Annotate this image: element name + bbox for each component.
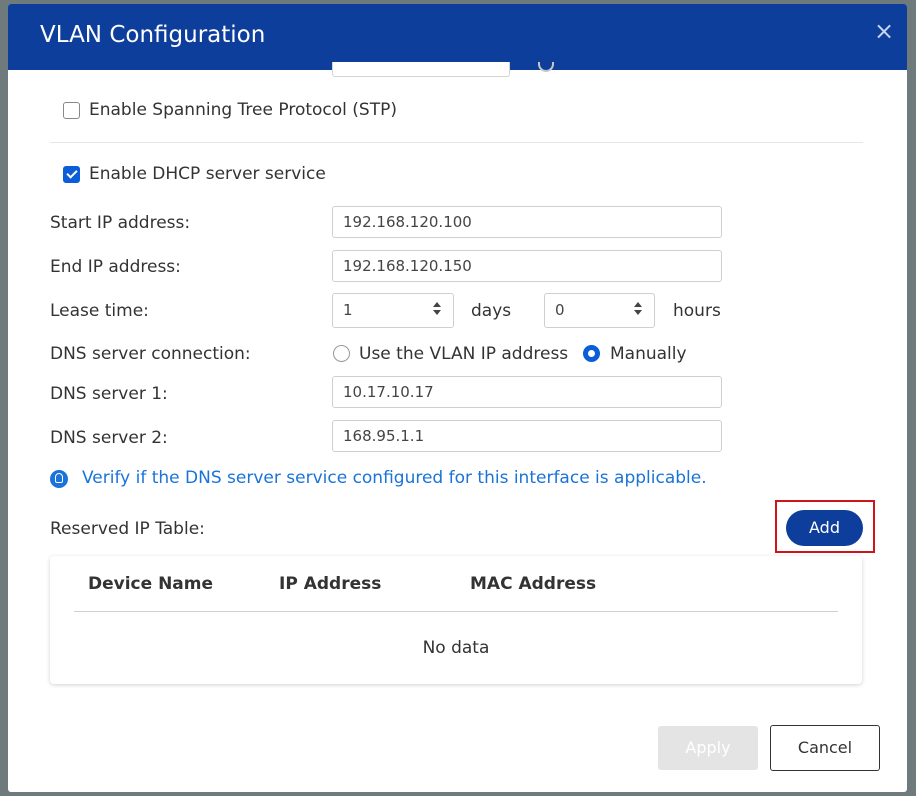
dns2-input[interactable]: 168.95.1.1: [332, 420, 722, 452]
partial-help-icon: [538, 62, 554, 72]
dns-manual-radio[interactable]: [583, 345, 600, 362]
vlan-config-dialog: VLAN Configuration × Enable Spanning Tre…: [8, 4, 907, 792]
sort-arrows-icon: [634, 302, 644, 316]
lease-days-unit: days: [471, 301, 512, 321]
dhcp-label: Enable DHCP server service: [89, 164, 326, 184]
dns1-input[interactable]: 10.17.10.17: [332, 376, 722, 408]
dns-vlan-option-label[interactable]: Use the VLAN IP address: [359, 344, 568, 364]
dns-manual-option-label[interactable]: Manually: [610, 344, 687, 364]
reserved-ip-table: Device Name IP Address MAC Address No da…: [50, 556, 862, 684]
lease-hours-unit: hours: [673, 301, 721, 321]
apply-button[interactable]: Apply: [658, 726, 758, 770]
lease-hours-select[interactable]: 0: [544, 293, 655, 328]
stp-label: Enable Spanning Tree Protocol (STP): [89, 100, 397, 120]
column-header-device-name[interactable]: Device Name: [88, 574, 213, 594]
dhcp-checkbox[interactable]: [63, 166, 80, 183]
cancel-button[interactable]: Cancel: [770, 725, 880, 771]
partial-input-field[interactable]: [332, 62, 510, 77]
section-divider: [50, 142, 863, 143]
lease-days-value: 1: [343, 301, 353, 319]
reserved-ip-label: Reserved IP Table:: [50, 519, 205, 539]
table-empty-message: No data: [422, 638, 490, 658]
end-ip-label: End IP address:: [50, 257, 181, 277]
end-ip-input[interactable]: 192.168.120.150: [332, 250, 722, 282]
lease-days-select[interactable]: 1: [332, 293, 454, 328]
dns-info-message: Verify if the DNS server service configu…: [82, 468, 707, 488]
sort-arrows-icon: [433, 302, 443, 316]
dns1-label: DNS server 1:: [50, 384, 168, 404]
start-ip-input[interactable]: 192.168.120.100: [332, 206, 722, 238]
column-header-ip-address[interactable]: IP Address: [279, 574, 381, 594]
stp-checkbox[interactable]: [63, 102, 80, 119]
close-icon[interactable]: ×: [871, 18, 897, 44]
add-reserved-ip-button[interactable]: Add: [786, 510, 863, 546]
dialog-header: VLAN Configuration ×: [8, 4, 907, 70]
table-header-divider: [74, 611, 838, 612]
start-ip-label: Start IP address:: [50, 213, 191, 233]
lightbulb-icon: [50, 470, 68, 488]
column-header-mac-address[interactable]: MAC Address: [470, 574, 596, 594]
dns-vlan-radio[interactable]: [333, 345, 350, 362]
dns2-label: DNS server 2:: [50, 428, 168, 448]
dns-connection-label: DNS server connection:: [50, 344, 251, 364]
lease-time-label: Lease time:: [50, 301, 149, 321]
lease-hours-value: 0: [555, 301, 565, 319]
dialog-title: VLAN Configuration: [40, 22, 266, 48]
